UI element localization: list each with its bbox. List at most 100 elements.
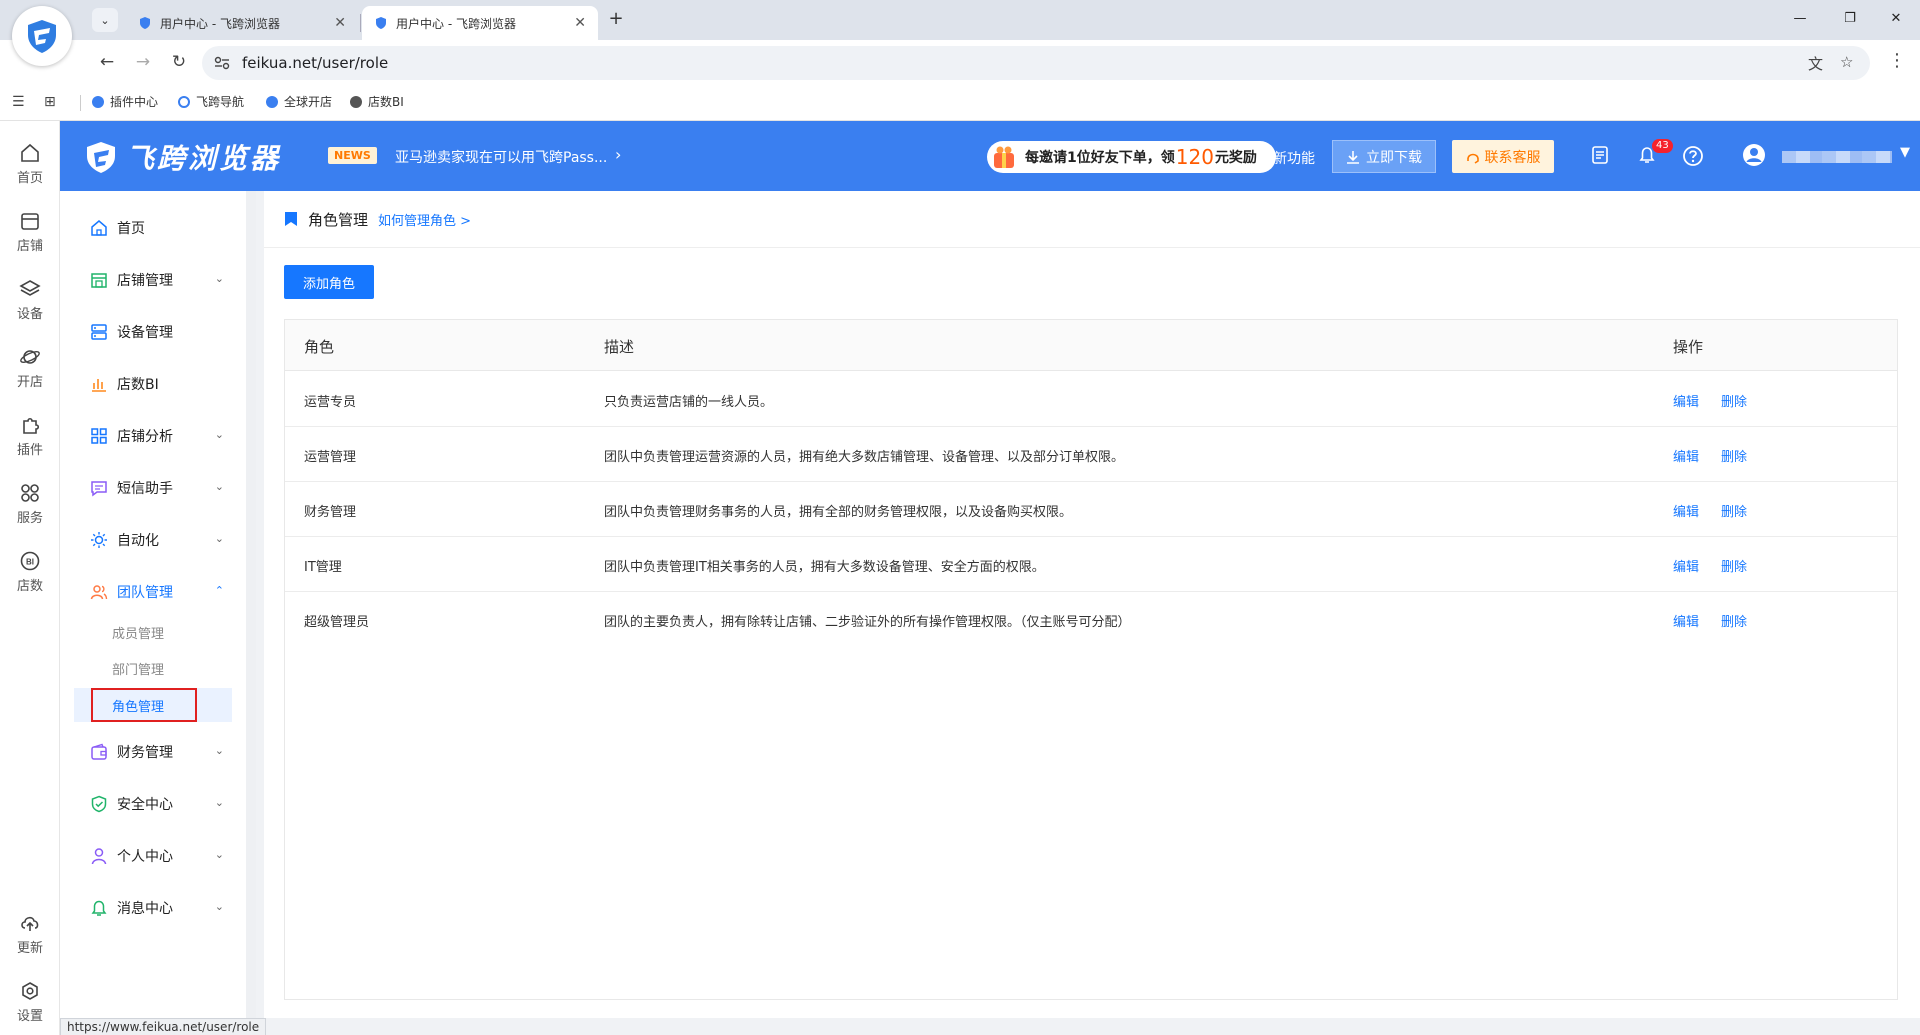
delete-link[interactable]: 删除: [1721, 556, 1747, 575]
download-icon: [1347, 150, 1359, 164]
edit-link[interactable]: 编辑: [1673, 611, 1699, 630]
sidebar-item-label: 首页: [117, 221, 145, 237]
window-close-icon[interactable]: ✕: [1884, 8, 1908, 32]
tab-search-chevron-icon[interactable]: ⌄: [92, 8, 118, 32]
left-rail: 首页 店铺 设备 开店 插件 服务 BI 店数 更新 设置: [0, 121, 60, 1035]
breadcrumb: 角色管理 如何管理角色 >: [284, 209, 471, 229]
sidebar-item-security[interactable]: 安全中心 ⌄: [60, 784, 246, 824]
chevron-right-icon[interactable]: ›: [615, 145, 621, 164]
rail-services[interactable]: 服务: [0, 481, 60, 526]
bookmark-item[interactable]: 店数BI: [350, 93, 404, 110]
c-logo-icon: [178, 95, 190, 108]
caret-down-icon[interactable]: ▼: [1900, 145, 1910, 160]
delete-link[interactable]: 删除: [1721, 501, 1747, 520]
rail-plugins[interactable]: 插件: [0, 413, 60, 458]
chevron-down-icon: ⌄: [214, 272, 224, 285]
store-icon: [21, 213, 39, 230]
sidebar-item-profile[interactable]: 个人中心 ⌄: [60, 836, 246, 876]
roles-table: 角色 描述 操作 运营专员 只负责运营店铺的一线人员。 编辑 删除 运营管理 团…: [284, 319, 1898, 1000]
sidebar-item-automation[interactable]: 自动化 ⌄: [60, 520, 246, 560]
sidebar-item-home[interactable]: 首页: [60, 208, 246, 248]
bookmark-item[interactable]: 飞跨导航: [178, 93, 244, 110]
logo-text: 飞跨浏览器: [126, 142, 282, 175]
site-settings-icon[interactable]: [214, 56, 230, 70]
tab-close-icon[interactable]: ✕: [574, 15, 586, 31]
sidebar-item-team[interactable]: 团队管理 ⌃: [60, 572, 246, 612]
bookmark-item[interactable]: 插件中心: [92, 93, 158, 110]
restore-icon[interactable]: ❐: [1838, 8, 1862, 32]
delete-link[interactable]: 删除: [1721, 391, 1747, 410]
username-redacted[interactable]: [1782, 151, 1892, 163]
delete-link[interactable]: 删除: [1721, 611, 1747, 630]
edit-link[interactable]: 编辑: [1673, 391, 1699, 410]
edit-link[interactable]: 编辑: [1673, 556, 1699, 575]
translate-icon[interactable]: 文: [1808, 53, 1823, 74]
apps-grid-icon[interactable]: ⊞: [44, 94, 56, 110]
edit-link[interactable]: 编辑: [1673, 446, 1699, 465]
browser-tab[interactable]: 用户中心 - 飞跨浏览器 ✕: [126, 6, 358, 40]
rail-update[interactable]: 更新: [0, 911, 60, 956]
role-name: IT管理: [304, 560, 342, 575]
bookmark-star-icon[interactable]: ☆: [1840, 53, 1853, 71]
browser-logo[interactable]: [12, 6, 72, 66]
bookmark-label: 店数BI: [368, 95, 404, 109]
role-description: 团队的主要负责人，拥有除转让店铺、二步验证外的所有操作管理权限。（仅主账号可分配…: [604, 615, 1131, 630]
back-icon[interactable]: ←: [94, 50, 120, 76]
omnibox[interactable]: feikua.net/user/role 文 ☆: [202, 46, 1870, 80]
chevron-down-icon: ⌄: [214, 796, 224, 809]
sidebar-item-device[interactable]: 设备管理: [60, 312, 246, 352]
forward-icon[interactable]: →: [130, 50, 156, 76]
rail-home[interactable]: 首页: [0, 141, 60, 186]
grid-icon: [91, 428, 107, 444]
role-description: 团队中负责管理财务事务的人员，拥有全部的财务管理权限，以及设备购买权限。: [604, 505, 1073, 520]
sidebar-item-sms[interactable]: 短信助手 ⌄: [60, 468, 246, 508]
new-tab-icon[interactable]: +: [604, 8, 628, 32]
sidebar-item-store-analysis[interactable]: 店铺分析 ⌄: [60, 416, 246, 456]
chevron-down-icon: ⌄: [214, 744, 224, 757]
sidebar-item-messages[interactable]: 消息中心 ⌄: [60, 888, 246, 928]
reload-icon[interactable]: ↻: [166, 50, 192, 76]
app-logo[interactable]: 飞跨浏览器: [84, 137, 281, 177]
help-icon[interactable]: [1682, 145, 1704, 167]
table-row: 财务管理 团队中负责管理财务事务的人员，拥有全部的财务管理权限，以及设备购买权限…: [285, 482, 1897, 537]
sidebar-item-finance[interactable]: 财务管理 ⌄: [60, 732, 246, 772]
contact-support-button[interactable]: 联系客服: [1452, 140, 1554, 173]
help-link[interactable]: 如何管理角色 >: [378, 210, 471, 229]
add-role-button[interactable]: 添加角色: [284, 265, 374, 299]
sidebar-toggle-icon[interactable]: ☰: [12, 94, 25, 110]
sidebar-subitem-members[interactable]: 成员管理: [60, 615, 246, 649]
document-icon[interactable]: [1590, 145, 1610, 165]
edit-link[interactable]: 编辑: [1673, 501, 1699, 520]
rail-settings[interactable]: 设置: [0, 979, 60, 1024]
news-headline[interactable]: 亚马逊卖家现在可以用飞跨Pass...: [395, 147, 607, 167]
sidebar-scrollbar[interactable]: [246, 191, 256, 1035]
new-features-link[interactable]: 新功能: [1273, 148, 1315, 168]
browser-menu-icon[interactable]: ⋮: [1888, 50, 1906, 71]
referral-promo[interactable]: 每邀请1位好友下单，领 120 元奖励: [987, 141, 1276, 173]
rail-device[interactable]: 设备: [0, 277, 60, 322]
chevron-down-icon: ⌄: [214, 480, 224, 493]
minimize-icon[interactable]: —: [1788, 8, 1812, 32]
tab-close-icon[interactable]: ✕: [334, 15, 346, 31]
download-button[interactable]: 立即下载: [1332, 140, 1436, 173]
delete-link[interactable]: 删除: [1721, 446, 1747, 465]
status-bar: https://www.feikua.net/user/role: [60, 1018, 1920, 1035]
rail-label: 设置: [16, 1009, 43, 1024]
chevron-down-icon: ⌄: [214, 428, 224, 441]
role-description: 团队中负责管理运营资源的人员，拥有绝大多数店铺管理、设备管理、以及部分订单权限。: [604, 450, 1125, 465]
sidebar-item-store[interactable]: 店铺管理 ⌄: [60, 260, 246, 300]
url-text[interactable]: feikua.net/user/role: [242, 54, 388, 72]
bookmark-item[interactable]: 全球开店: [266, 93, 332, 110]
sidebar-item-bi[interactable]: 店数BI: [60, 364, 246, 404]
browser-tab-active[interactable]: 用户中心 - 飞跨浏览器 ✕: [362, 6, 598, 40]
rail-store[interactable]: 店铺: [0, 209, 60, 254]
avatar-icon[interactable]: [1742, 143, 1766, 167]
sidebar-subitem-departments[interactable]: 部门管理: [60, 651, 246, 685]
home-icon: [91, 220, 107, 236]
layers-icon: [19, 280, 41, 296]
rail-bi[interactable]: BI 店数: [0, 549, 60, 594]
rail-label: 更新: [16, 941, 43, 956]
table-row: 运营管理 团队中负责管理运营资源的人员，拥有绝大多数店铺管理、设备管理、以及部分…: [285, 427, 1897, 482]
store-icon: [91, 273, 107, 288]
rail-open-store[interactable]: 开店: [0, 345, 60, 390]
